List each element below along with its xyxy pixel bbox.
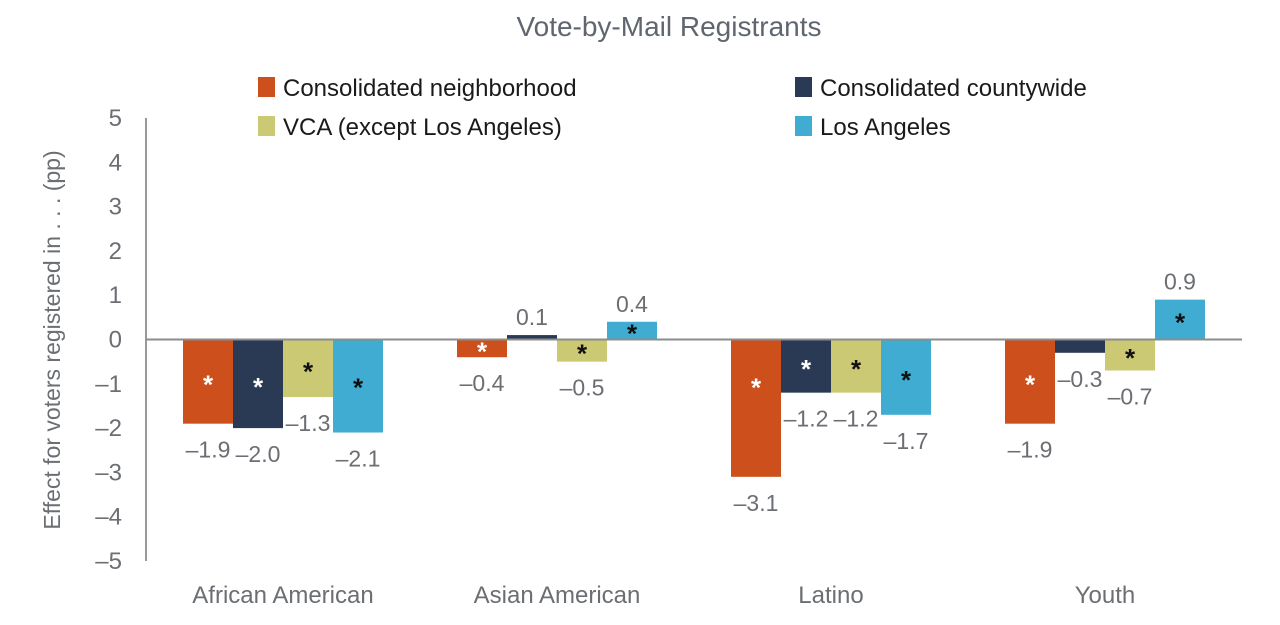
significance-marker: * <box>1125 343 1136 373</box>
y-tick-label: 0 <box>109 327 122 354</box>
category-label: Asian American <box>474 582 641 609</box>
significance-marker: * <box>577 339 588 369</box>
data-label: –0.3 <box>1058 366 1103 392</box>
data-label: –0.4 <box>460 370 505 396</box>
y-tick-label: –3 <box>95 459 122 486</box>
data-label: –1.3 <box>286 410 331 436</box>
significance-marker: * <box>253 372 264 402</box>
bar <box>731 339 781 477</box>
y-tick-label: –5 <box>95 548 122 575</box>
legend-swatch <box>795 77 812 97</box>
chart-title: Vote-by-Mail Registrants <box>516 11 821 42</box>
y-tick-label: 4 <box>109 149 122 176</box>
data-label: 0.1 <box>516 304 548 330</box>
significance-marker: * <box>1025 370 1036 400</box>
data-label: –0.7 <box>1108 384 1153 410</box>
significance-marker: * <box>303 356 314 386</box>
significance-marker: * <box>477 336 488 366</box>
data-label: –1.9 <box>186 437 231 463</box>
category-labels: African American Asian American Latino Yout… <box>192 582 1135 609</box>
data-label: 0.9 <box>1164 269 1196 295</box>
data-label: –2.0 <box>236 441 281 467</box>
data-label: 0.4 <box>616 291 648 317</box>
legend: Consolidated neighborhood Consolidated co… <box>258 75 1087 141</box>
data-label: –1.2 <box>784 406 829 432</box>
significance-marker: * <box>627 319 638 349</box>
category-label: Youth <box>1075 582 1136 609</box>
category-label: African American <box>192 582 373 609</box>
y-tick-label: 5 <box>109 105 122 132</box>
significance-marker: * <box>751 373 762 403</box>
category-label: Latino <box>798 582 863 609</box>
data-label: –1.9 <box>1008 437 1053 463</box>
legend-swatch <box>795 116 812 136</box>
significance-marker: * <box>901 365 912 395</box>
data-label: –2.1 <box>336 446 381 472</box>
significance-marker: * <box>203 370 214 400</box>
data-label: –0.5 <box>560 375 605 401</box>
legend-label: Consolidated countywide <box>820 75 1087 102</box>
bar-chart: Vote-by-Mail Registrants Consolidated ne… <box>39 11 1242 609</box>
y-axis-ticks: 5 4 3 2 1 0 –1 –2 –3 –4 –5 <box>95 105 122 575</box>
data-label: –1.7 <box>884 428 929 454</box>
legend-label: VCA (except Los Angeles) <box>283 114 562 141</box>
data-label: –1.2 <box>834 406 879 432</box>
y-axis-label: Effect for voters registered in . . . (p… <box>39 150 65 529</box>
significance-marker: * <box>851 354 862 384</box>
bar <box>1055 339 1105 353</box>
y-tick-label: 2 <box>109 238 122 265</box>
data-label: –3.1 <box>734 490 779 516</box>
significance-marker: * <box>353 373 364 403</box>
significance-marker: * <box>801 354 812 384</box>
y-tick-label: –2 <box>95 415 122 442</box>
legend-label: Los Angeles <box>820 114 951 141</box>
legend-swatch <box>258 116 275 136</box>
significance-marker: * <box>1175 308 1186 338</box>
y-tick-label: 3 <box>109 194 122 221</box>
y-tick-label: 1 <box>109 282 122 309</box>
legend-swatch <box>258 77 275 97</box>
y-tick-label: –4 <box>95 504 122 531</box>
y-tick-label: –1 <box>95 371 122 398</box>
legend-label: Consolidated neighborhood <box>283 75 577 102</box>
